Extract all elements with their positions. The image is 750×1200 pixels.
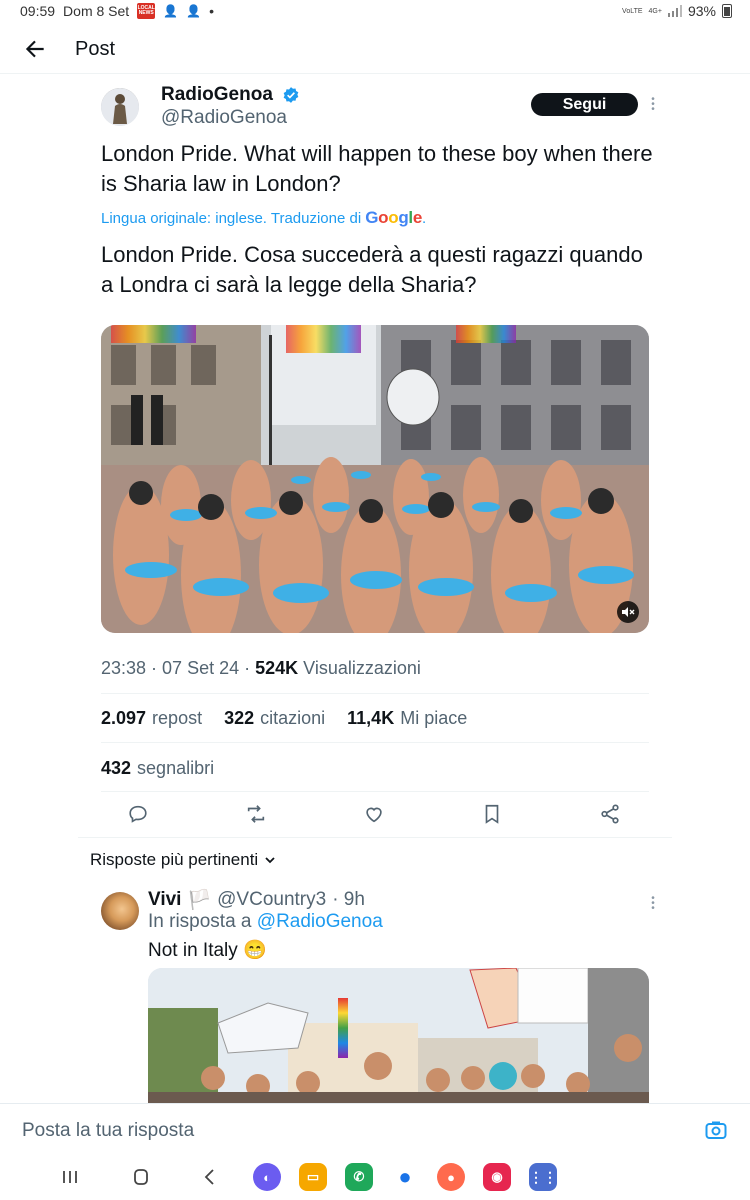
more-icon[interactable]: • • • xyxy=(650,95,656,115)
mute-icon[interactable] xyxy=(617,601,639,623)
divider xyxy=(101,693,649,694)
reposts-count: 2.097 xyxy=(101,708,147,728)
reply-author-flag: 🏳️ xyxy=(187,890,212,911)
likes-count: 11,4K xyxy=(347,708,395,728)
quotes-count: 322 xyxy=(224,708,255,728)
system-navigation-bar: ◐ ▭ ✆ ● ● ◉ ⋮⋮ xyxy=(0,1154,750,1200)
battery-icon xyxy=(722,4,732,18)
reply-avatar[interactable] xyxy=(101,892,139,930)
more-icon[interactable]: • • • xyxy=(650,894,656,914)
share-icon[interactable] xyxy=(599,803,621,825)
translation-suffix: . xyxy=(422,209,427,227)
in-reply-handle-link[interactable]: @RadioGenoa xyxy=(257,911,383,932)
reply-author-handle[interactable]: @VCountry3 xyxy=(217,889,326,911)
author-avatar[interactable] xyxy=(101,88,139,126)
network-type-label: 4G+ xyxy=(648,7,662,15)
back-arrow-icon[interactable] xyxy=(22,36,48,62)
post-stats: 2.097 repost 322 citazioni 11,4K Mi piace xyxy=(101,708,467,729)
post-timestamp: 23:38 · 07 Set 24 · xyxy=(101,658,251,678)
reply-text: Not in Italy 😁 xyxy=(148,940,267,961)
repost-icon[interactable] xyxy=(245,803,267,825)
back-nav-icon[interactable] xyxy=(197,1163,225,1191)
like-icon[interactable] xyxy=(363,803,385,825)
bookmark-icon[interactable] xyxy=(481,803,503,825)
reply-compose-bar[interactable]: Posta la tua risposta xyxy=(0,1103,750,1153)
post-meta: 23:38 · 07 Set 24 · 524K Visualizzazioni xyxy=(101,658,421,679)
home-icon[interactable] xyxy=(127,1163,155,1191)
quotes-stat[interactable]: 322 citazioni xyxy=(224,708,325,729)
reposts-stat[interactable]: 2.097 repost xyxy=(101,708,202,729)
statue-icon xyxy=(101,88,139,126)
user-notification-icon: 👤 xyxy=(163,4,179,18)
reply-icon[interactable] xyxy=(127,803,149,825)
translated-text: London Pride. Cosa succederà a questi ra… xyxy=(101,242,643,297)
reply-time: · 9h xyxy=(332,889,365,910)
apps-grid-icon[interactable]: ⋮⋮ xyxy=(529,1163,557,1191)
page-title: Post xyxy=(75,38,116,60)
reply-input-placeholder[interactable]: Posta la tua risposta xyxy=(22,1120,194,1142)
chevron-down-icon xyxy=(265,857,275,864)
google-logo: Google xyxy=(365,208,422,227)
author-handle[interactable]: @RadioGenoa xyxy=(161,107,287,129)
views-label: Visualizzazioni xyxy=(303,658,421,678)
volte-label: VoLTE xyxy=(622,7,643,15)
pride-parade-image xyxy=(101,325,649,633)
post-media-video[interactable] xyxy=(101,325,649,633)
status-time: 09:59 xyxy=(20,3,56,19)
contacts-app-icon[interactable]: ● xyxy=(437,1163,465,1191)
replies-sort-label: Risposte più pertinenti xyxy=(90,850,259,869)
likes-label: Mi piace xyxy=(400,708,468,728)
views-count: 524K xyxy=(255,658,299,678)
bookmarks-count: 432 xyxy=(101,758,132,778)
internet-app-icon[interactable]: ◐ xyxy=(253,1163,281,1191)
translation-note[interactable]: Lingua originale: inglese. Traduzione di… xyxy=(101,208,426,228)
messages-app-icon[interactable]: ● xyxy=(391,1163,419,1191)
replies-sort-dropdown[interactable]: Risposte più pertinenti xyxy=(90,850,276,870)
quotes-label: citazioni xyxy=(260,708,326,728)
translation-label: Lingua originale: inglese. Traduzione di xyxy=(101,209,362,227)
news-app-icon: LOCAL NEWS xyxy=(137,3,156,19)
reply-media-image[interactable] xyxy=(148,968,649,1104)
divider xyxy=(78,837,672,838)
verified-badge-icon xyxy=(283,87,299,103)
phone-app-icon[interactable]: ✆ xyxy=(345,1163,373,1191)
top-bar: Post xyxy=(0,26,750,74)
post-text: London Pride. What will happen to these … xyxy=(101,141,653,196)
in-reply-prefix: In risposta a xyxy=(148,911,252,932)
post-actions xyxy=(0,803,750,829)
battery-percent: 93% xyxy=(687,3,716,19)
files-app-icon[interactable]: ▭ xyxy=(299,1163,327,1191)
signal-icon xyxy=(667,5,682,17)
author-name[interactable]: RadioGenoa xyxy=(161,84,273,106)
reposts-label: repost xyxy=(152,708,203,728)
follow-button[interactable]: Segui xyxy=(531,93,638,116)
status-bar: 09:59 Dom 8 Set LOCAL NEWS 👤 👤 • VoLTE 4… xyxy=(0,0,750,24)
more-notifications-dot: • xyxy=(209,3,214,19)
camera-app-icon[interactable]: ◉ xyxy=(483,1163,511,1191)
likes-stat[interactable]: 11,4K Mi piace xyxy=(347,708,467,729)
divider xyxy=(101,742,649,743)
status-date: Dom 8 Set xyxy=(63,3,130,19)
user-notification-icon: 👤 xyxy=(186,4,202,18)
reply-photo xyxy=(148,968,649,1104)
reply-header: Vivi 🏳️ @VCountry3 · 9h xyxy=(148,888,365,912)
reply-author-name[interactable]: Vivi xyxy=(148,889,181,911)
in-reply-to: In risposta a @RadioGenoa xyxy=(148,911,383,933)
recent-apps-icon[interactable] xyxy=(56,1163,84,1191)
divider xyxy=(101,791,649,792)
camera-icon[interactable] xyxy=(705,1120,727,1140)
bookmarks-label: segnalibri xyxy=(137,758,215,778)
bookmarks-stat: 432 segnalibri xyxy=(101,758,214,779)
